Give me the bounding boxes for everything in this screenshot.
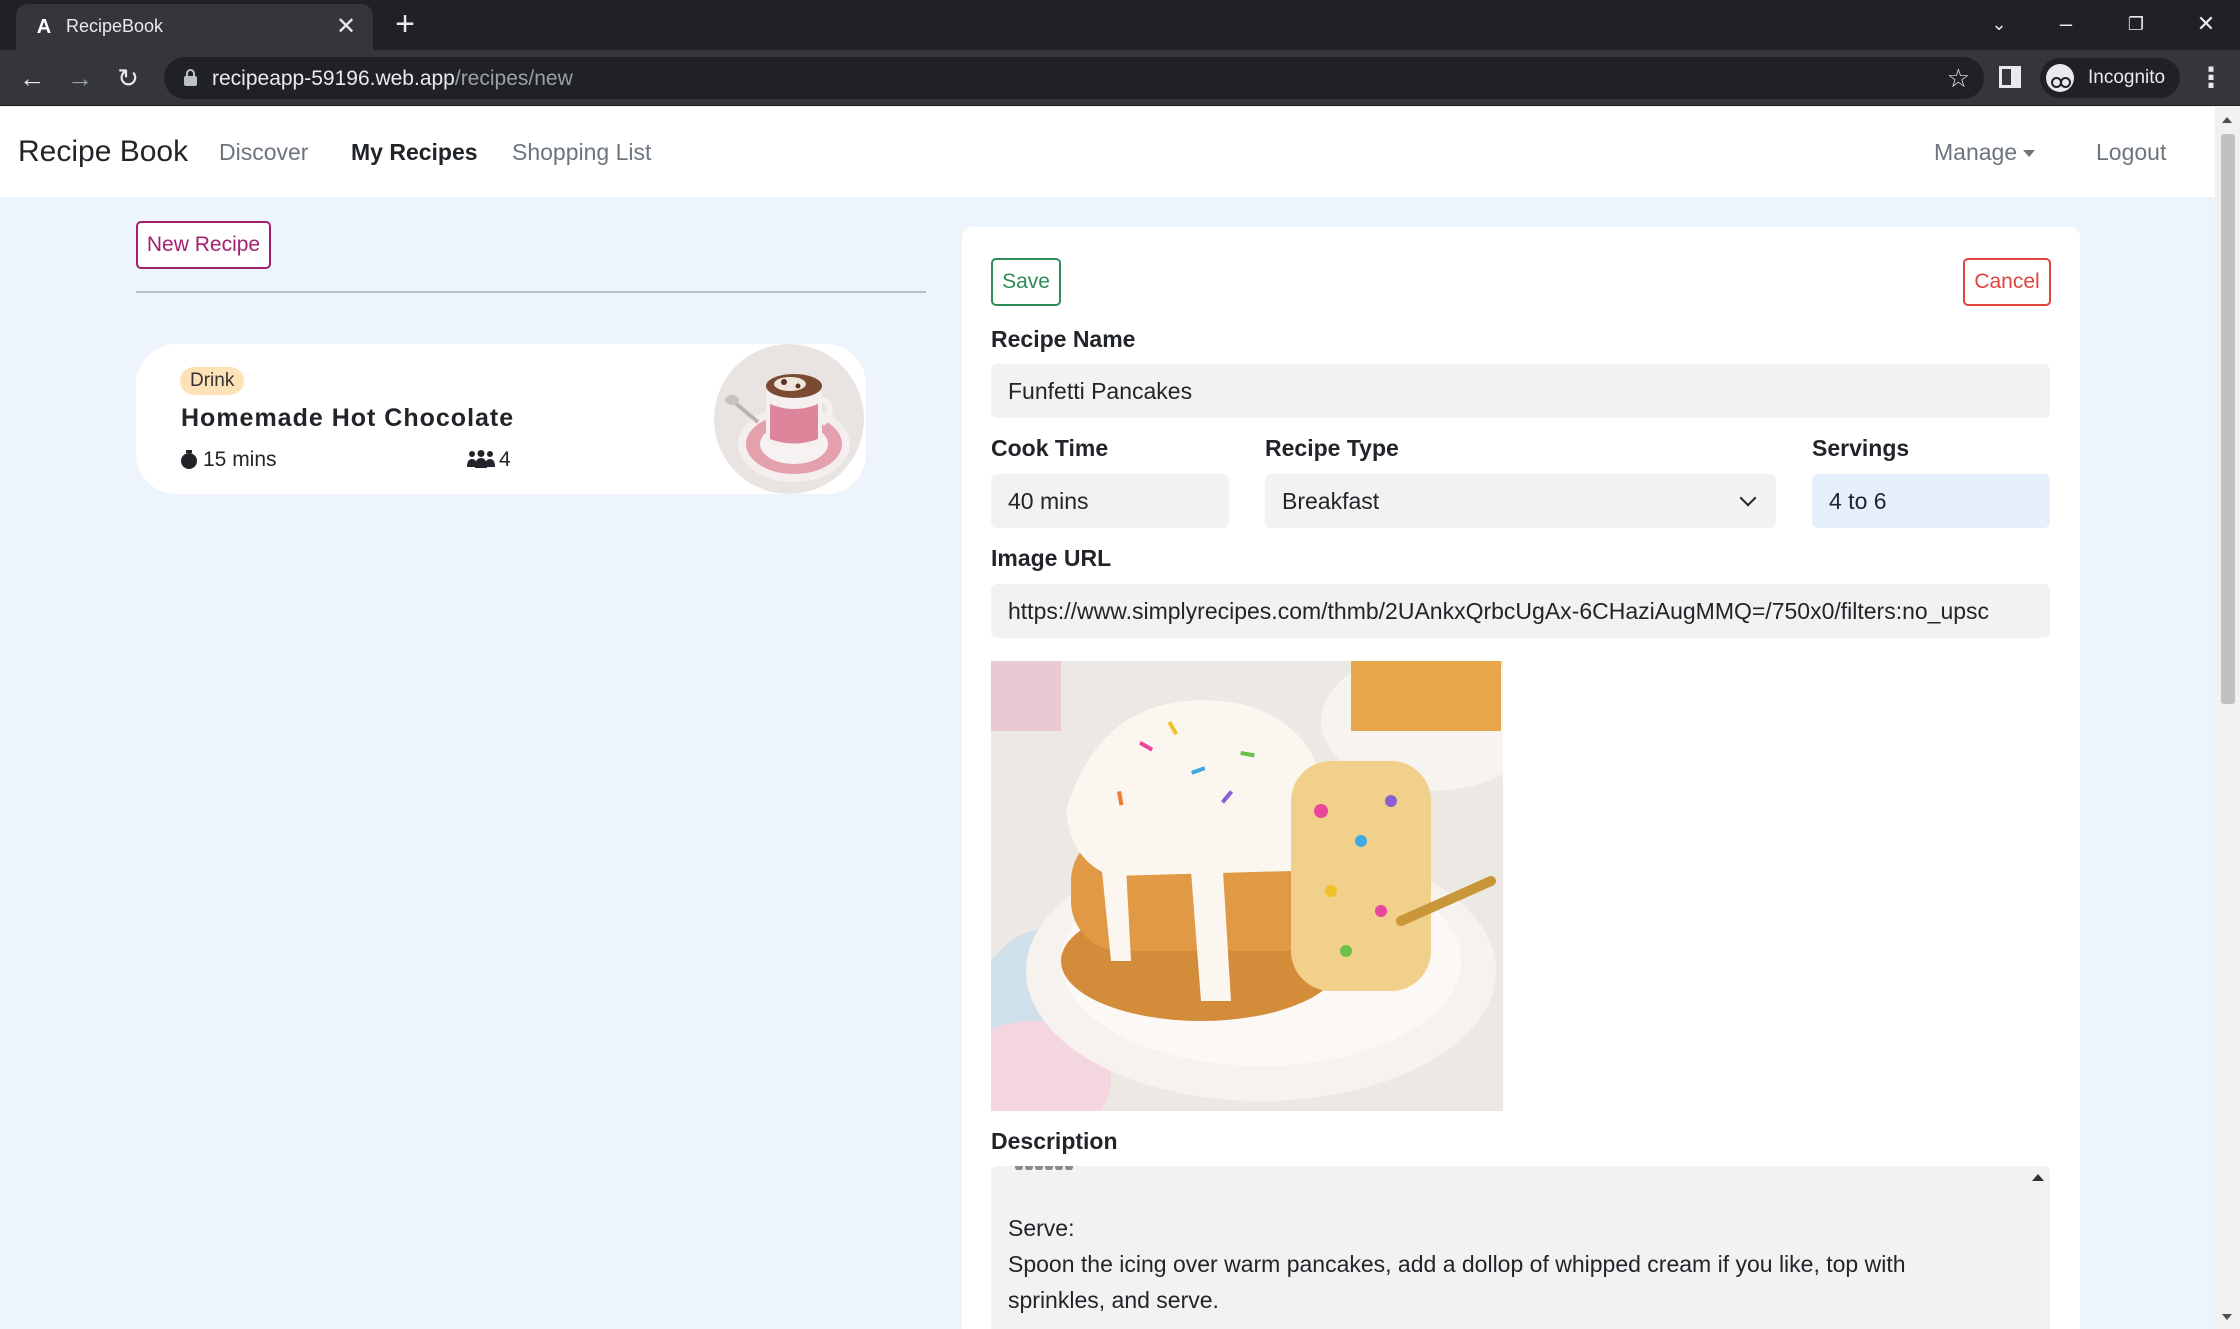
cook-time-input[interactable]: 40 mins [991, 474, 1229, 528]
browser-tabstrip: A RecipeBook ✕ + ⌄ – ❐ ✕ [0, 0, 2240, 50]
minimize-icon[interactable]: – [2036, 4, 2096, 44]
brand-logo[interactable]: Recipe Book [18, 135, 188, 169]
description-text: Serve: Spoon the icing over warm pancake… [1008, 1210, 2008, 1318]
recipe-type-badge: Drink [180, 367, 245, 395]
description-line: sprinkles, and serve. [1008, 1287, 1219, 1313]
clipped-text-line [1015, 1166, 1085, 1170]
servings-value: 4 [499, 448, 511, 471]
cook-time-value: 15 mins [203, 448, 277, 471]
bookmark-star-icon[interactable]: ☆ [1947, 63, 1970, 93]
scroll-up-icon[interactable] [2032, 1174, 2044, 1181]
address-bar[interactable]: recipeapp-59196.web.app/recipes/new ☆ [164, 57, 1984, 99]
description-label: Description [991, 1128, 1118, 1154]
incognito-label: Incognito [2088, 67, 2166, 88]
scrollbar-thumb[interactable] [2221, 134, 2235, 704]
browser-menu-icon[interactable]: ⋮ [2196, 58, 2226, 98]
side-panel-icon[interactable] [1999, 66, 2021, 88]
back-icon[interactable]: ← [12, 58, 52, 98]
logout-link[interactable]: Logout [2096, 139, 2166, 166]
servings-label: Servings [1812, 435, 1910, 461]
lock-icon[interactable] [184, 69, 197, 86]
scroll-up-arrow-icon[interactable] [2222, 117, 2232, 123]
people-group-icon [467, 450, 495, 468]
recipe-name-label: Recipe Name [991, 326, 1136, 352]
stopwatch-icon [181, 450, 197, 469]
cancel-button[interactable]: Cancel [1963, 258, 2051, 306]
manage-dropdown[interactable]: Manage [1934, 139, 2036, 166]
description-textarea[interactable]: Serve: Spoon the icing over warm pancake… [991, 1166, 2050, 1329]
tab-title: RecipeBook [66, 16, 164, 36]
cook-time-meta: 15 mins [181, 448, 277, 472]
servings-input[interactable]: 4 to 6 [1812, 474, 2050, 528]
divider [136, 291, 926, 293]
servings-meta: 4 [467, 448, 511, 472]
url-text: recipeapp-59196.web.app/recipes/new [212, 67, 573, 90]
recipe-type-value: Breakfast [1282, 488, 1380, 514]
scroll-down-arrow-icon[interactable] [2222, 1314, 2232, 1320]
cook-time-label: Cook Time [991, 435, 1109, 461]
recipe-type-label: Recipe Type [1265, 435, 1399, 461]
browser-toolbar: ← → ↻ recipeapp-59196.web.app/recipes/ne… [0, 50, 2240, 106]
tab-search-icon[interactable]: ⌄ [1969, 4, 2029, 44]
hot-chocolate-thumbnail [714, 344, 864, 494]
recipe-card[interactable]: Drink Homemade Hot Chocolate 15 mins 4 [136, 344, 866, 494]
angular-favicon-icon: A [36, 16, 52, 38]
forward-icon[interactable]: → [60, 58, 100, 98]
window-close-icon[interactable]: ✕ [2176, 4, 2236, 44]
new-recipe-button[interactable]: New Recipe [136, 221, 271, 269]
nav-my-recipes[interactable]: My Recipes [351, 139, 478, 166]
page-scrollbar[interactable] [2215, 107, 2240, 1329]
recipe-title: Homemade Hot Chocolate [181, 404, 515, 432]
app-navbar: Recipe Book Discover My Recipes Shopping… [0, 107, 2215, 197]
recipe-name-input[interactable]: Funfetti Pancakes [991, 364, 2050, 418]
image-url-input[interactable]: https://www.simplyrecipes.com/thmb/2UAnk… [991, 584, 2050, 638]
reload-icon[interactable]: ↻ [108, 58, 148, 98]
restore-icon[interactable]: ❐ [2106, 4, 2166, 44]
recipe-image-preview [991, 661, 1503, 1111]
nav-discover[interactable]: Discover [219, 139, 308, 166]
description-line: Serve: [1008, 1215, 1075, 1241]
tab-close-icon[interactable]: ✕ [331, 12, 361, 42]
save-button[interactable]: Save [991, 258, 1061, 306]
new-tab-icon[interactable]: + [388, 7, 422, 42]
caret-down-icon [2023, 150, 2036, 158]
nav-shopping-list[interactable]: Shopping List [512, 139, 651, 166]
textarea-scrollbar[interactable] [2026, 1166, 2050, 1329]
image-url-label: Image URL [991, 545, 1112, 571]
browser-tab[interactable]: A RecipeBook ✕ [16, 4, 373, 50]
chevron-down-icon [1739, 489, 1757, 507]
incognito-profile[interactable]: Incognito [2040, 58, 2180, 98]
manage-label: Manage [1934, 139, 2018, 165]
incognito-icon [2046, 64, 2074, 92]
recipe-type-select[interactable]: Breakfast [1265, 474, 1776, 528]
description-line: Spoon the icing over warm pancakes, add … [1008, 1251, 1906, 1277]
